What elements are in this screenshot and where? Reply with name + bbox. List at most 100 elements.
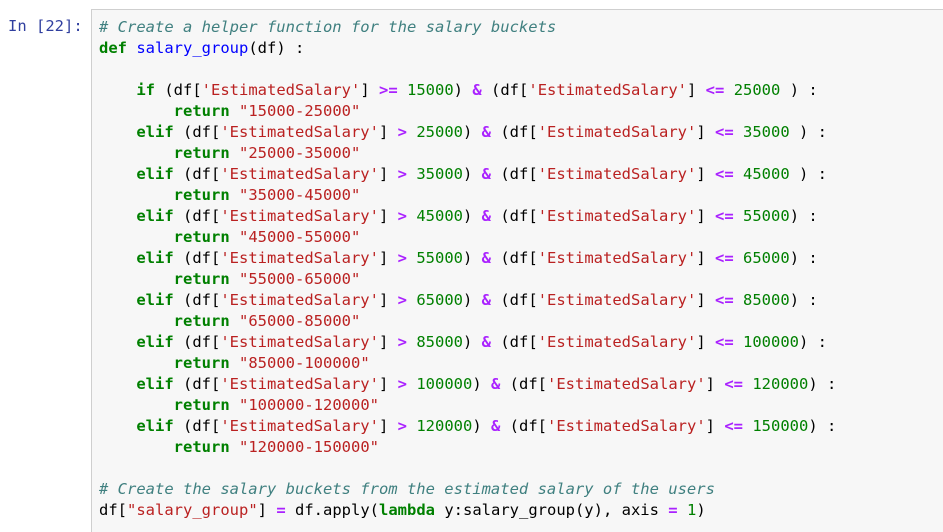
code-token: elif [136, 249, 174, 267]
code-token: ] [696, 123, 715, 141]
code-token: ] [378, 375, 398, 393]
code-token: return [173, 270, 230, 288]
code-token: if [136, 81, 155, 99]
code-line: elif (df['EstimatedSalary'] > 65000) & (… [99, 290, 836, 311]
code-line: elif (df['EstimatedSalary'] > 100000) & … [99, 374, 836, 395]
notebook-code-cell[interactable]: In [22]: # Create a helper function for … [0, 0, 943, 532]
code-token: return [173, 396, 230, 414]
code-line: return "100000-120000" [99, 395, 836, 416]
code-token: # Create a helper function for the salar… [99, 18, 557, 36]
code-token: ] [705, 417, 725, 435]
code-token: "65000-85000" [239, 312, 361, 330]
code-token: (df[ [173, 249, 221, 267]
code-token: ) : [808, 375, 837, 393]
code-token: ] [696, 165, 715, 183]
code-token: 65000 [416, 291, 463, 309]
code-token: > [397, 249, 407, 267]
code-token: > [397, 291, 407, 309]
code-line: elif (df['EstimatedSalary'] > 85000) & (… [99, 332, 836, 353]
code-token: & [481, 207, 492, 225]
code-token: 100000 [743, 333, 800, 351]
code-token: lambda [379, 501, 435, 519]
code-token: "35000-45000" [239, 186, 361, 204]
code-token: (df[ [155, 81, 202, 99]
code-token: 'EstimatedSalary' [220, 417, 379, 435]
code-token: 45000 [416, 207, 463, 225]
code-token: 65000 [743, 249, 790, 267]
code-token: ) [453, 81, 473, 99]
code-token: & [481, 291, 492, 309]
code-token: return [173, 144, 230, 162]
code-token: 'EstimatedSalary' [220, 249, 379, 267]
code-token: ) [463, 249, 482, 267]
code-token: ) [472, 375, 491, 393]
code-token: ) : [789, 207, 818, 225]
code-token: elif [136, 165, 174, 183]
code-line: # Create a helper function for the salar… [99, 17, 836, 38]
code-line: return "85000-100000" [99, 353, 836, 374]
code-token: (df[ [173, 207, 221, 225]
code-line: return "55000-65000" [99, 269, 836, 290]
code-token: 'EstimatedSalary' [537, 207, 697, 225]
code-line: def salary_group(df) : [99, 38, 836, 59]
code-token: "15000-25000" [239, 102, 361, 120]
code-token: & [472, 81, 482, 99]
code-line: return "45000-55000" [99, 227, 836, 248]
code-token: = [276, 501, 286, 519]
code-token: 'EstimatedSalary' [537, 165, 697, 183]
code-token: ) : [808, 417, 837, 435]
code-token: 15000 [407, 81, 454, 99]
code-token: ) [463, 207, 482, 225]
code-token: "55000-65000" [239, 270, 361, 288]
code-token: 'EstimatedSalary' [220, 165, 379, 183]
code-token: >= [378, 81, 398, 99]
code-token: 25000 [416, 123, 463, 141]
code-token: "25000-35000" [239, 144, 361, 162]
code-editor[interactable]: # Create a helper function for the salar… [91, 9, 943, 532]
code-token: > [397, 207, 407, 225]
code-line: return "15000-25000" [99, 101, 836, 122]
code-token: ) [463, 333, 482, 351]
code-token: salary_group [136, 39, 249, 57]
code-token: 'EstimatedSalary' [537, 291, 697, 309]
code-token: elif [136, 123, 174, 141]
code-token: "100000-120000" [239, 396, 379, 414]
code-content[interactable]: # Create a helper function for the salar… [99, 17, 836, 521]
code-token: ] [696, 249, 715, 267]
code-token: 85000 [743, 291, 790, 309]
code-token: return [173, 312, 230, 330]
code-line: elif (df['EstimatedSalary'] > 25000) & (… [99, 122, 836, 143]
code-token: (df[ [173, 123, 221, 141]
code-token: ] [687, 81, 706, 99]
code-token: 120000 [416, 417, 473, 435]
code-token: 45000 [743, 165, 790, 183]
code-token: <= [724, 417, 743, 435]
code-token: elif [136, 375, 174, 393]
code-token: (df[ [173, 291, 221, 309]
code-token: 'EstimatedSalary' [547, 417, 706, 435]
code-token: <= [715, 207, 734, 225]
code-token: ) [463, 123, 482, 141]
code-token: & [481, 333, 492, 351]
code-token: return [173, 228, 230, 246]
code-line: df["salary_group"] = df.apply(lambda y:s… [99, 500, 836, 521]
